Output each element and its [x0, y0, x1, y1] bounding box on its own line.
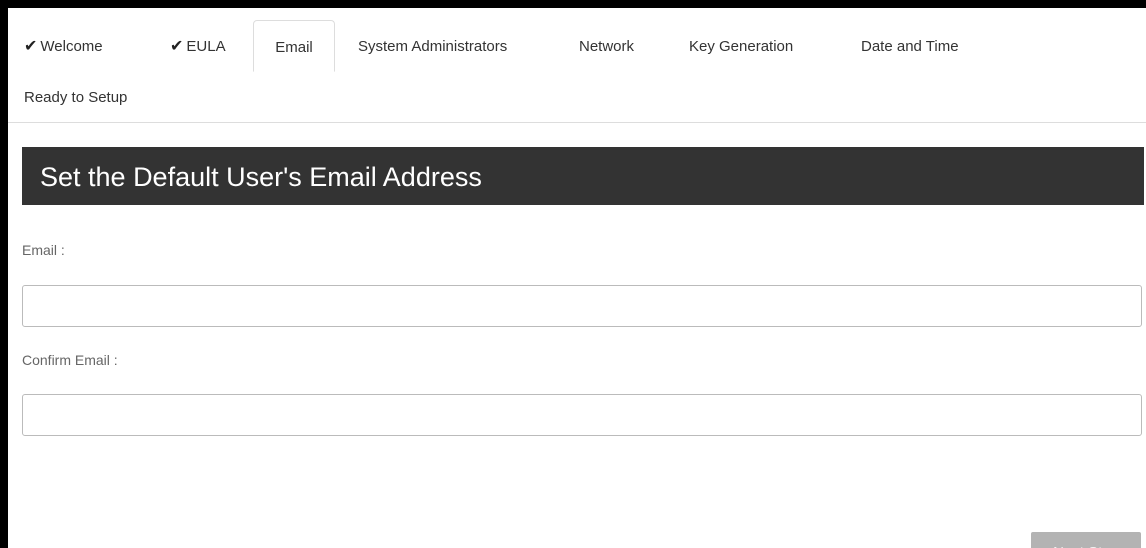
email-label: Email :: [22, 242, 65, 258]
window-frame: ✔ Welcome ✔ EULA Email System Administrato…: [0, 0, 1146, 548]
confirm-email-label: Confirm Email :: [22, 352, 118, 368]
confirm-email-field[interactable]: [22, 394, 1142, 436]
tab-system-administrators[interactable]: System Administrators: [358, 20, 507, 70]
tab-network[interactable]: Network: [579, 20, 634, 70]
page-title: Set the Default User's Email Address: [40, 162, 482, 192]
tab-email-label: Email: [275, 39, 313, 56]
tab-date-and-time-label: Date and Time: [861, 38, 959, 55]
tab-ready-to-setup[interactable]: Ready to Setup: [24, 78, 127, 118]
tab-eula-label: EULA: [186, 38, 226, 55]
tab-date-and-time[interactable]: Date and Time: [861, 20, 959, 70]
next-step-button[interactable]: Next Step: [1031, 532, 1141, 548]
email-field[interactable]: [22, 285, 1142, 327]
tab-key-generation-label: Key Generation: [689, 38, 794, 55]
tab-key-generation[interactable]: Key Generation: [689, 20, 793, 70]
check-icon: ✔: [170, 38, 184, 55]
tab-eula[interactable]: ✔ EULA: [170, 20, 226, 70]
tab-system-administrators-label: System Administrators: [358, 38, 508, 55]
tab-welcome[interactable]: ✔ Welcome: [24, 20, 103, 70]
tab-welcome-label: Welcome: [40, 38, 103, 55]
setup-wizard-panel: ✔ Welcome ✔ EULA Email System Administrato…: [8, 8, 1146, 548]
tab-email[interactable]: Email: [253, 20, 335, 72]
section-heading-bar: Set the Default User's Email Address: [22, 147, 1144, 205]
check-icon: ✔: [24, 38, 38, 55]
tab-network-label: Network: [579, 38, 635, 55]
wizard-tabs: ✔ Welcome ✔ EULA Email System Administrato…: [8, 8, 1146, 123]
tab-ready-to-setup-label: Ready to Setup: [24, 89, 128, 106]
